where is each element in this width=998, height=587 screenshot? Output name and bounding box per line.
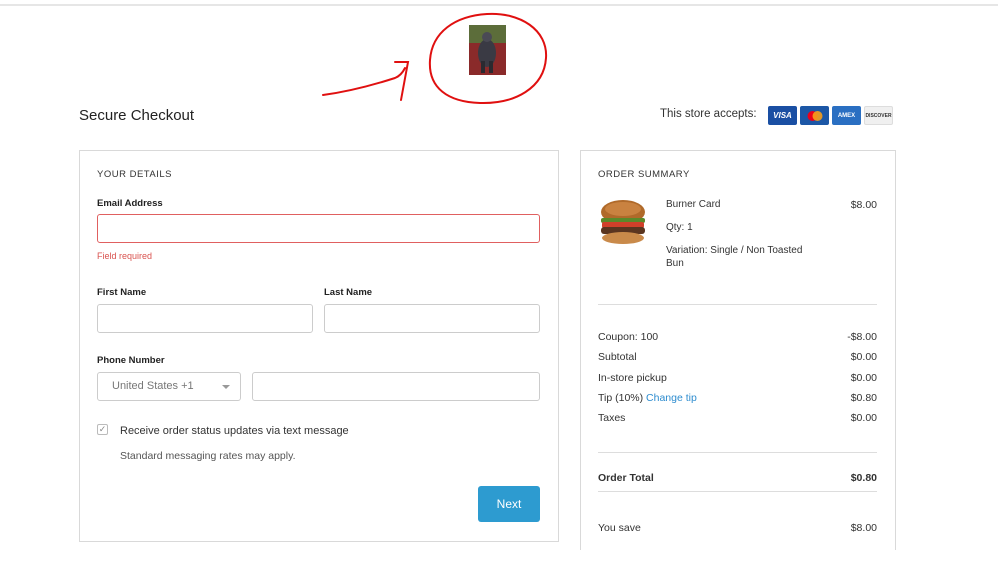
country-code-value: United States +1 <box>112 380 194 392</box>
subtotal-label: Subtotal <box>598 351 637 363</box>
item-qty: Qty: 1 <box>666 222 693 233</box>
email-field[interactable] <box>97 214 540 243</box>
amex-card-icon: AMEX <box>832 106 861 125</box>
phone-label: Phone Number <box>97 355 165 366</box>
item-variation-cont: Bun <box>666 258 684 269</box>
sms-checkbox[interactable]: ✓ <box>97 424 108 435</box>
you-save-label: You save <box>598 522 641 534</box>
first-name-label: First Name <box>97 287 147 298</box>
store-logo <box>469 25 506 75</box>
tip-value: $0.80 <box>850 392 877 404</box>
pickup-label: In-store pickup <box>598 372 667 384</box>
summary-divider <box>598 304 877 305</box>
sms-checkbox-label: Receive order status updates via text me… <box>120 425 349 437</box>
coupon-label: Coupon: 100 <box>598 331 659 343</box>
coupon-value: -$8.00 <box>847 331 877 343</box>
last-name-field[interactable] <box>324 304 540 333</box>
subtotal-value: $0.00 <box>850 351 877 363</box>
last-name-label: Last Name <box>324 287 373 298</box>
you-save-value: $8.00 <box>850 522 877 534</box>
total-divider-bottom <box>598 491 877 492</box>
phone-field[interactable] <box>252 372 540 401</box>
country-code-select[interactable]: United States +1 <box>97 372 241 401</box>
visa-card-icon: VISA <box>768 106 797 125</box>
sms-note: Standard messaging rates may apply. <box>120 450 296 462</box>
chevron-down-icon <box>222 385 230 389</box>
order-total-value: $0.80 <box>850 472 877 484</box>
order-summary-heading: ORDER SUMMARY <box>598 169 690 180</box>
next-button[interactable]: Next <box>478 486 540 522</box>
tip-row: Tip (10%) Change tip <box>598 392 697 404</box>
tip-label: Tip (10%) <box>598 392 644 404</box>
page-title: Secure Checkout <box>79 107 195 124</box>
burger-image <box>601 200 645 244</box>
item-name: Burner Card <box>666 199 721 210</box>
email-error: Field required <box>97 251 153 261</box>
store-accepts-label: This store accepts: <box>660 108 757 120</box>
first-name-field[interactable] <box>97 304 313 333</box>
your-details-heading: YOUR DETAILS <box>97 169 172 180</box>
change-tip-link[interactable]: Change tip <box>646 392 697 404</box>
discover-card-icon: DISCOVER <box>864 106 893 125</box>
taxes-value: $0.00 <box>850 412 877 424</box>
order-total-label: Order Total <box>598 472 654 484</box>
pickup-value: $0.00 <box>850 372 877 384</box>
item-variation: Variation: Single / Non Toasted <box>666 245 803 256</box>
annotation-arrow <box>322 61 410 101</box>
total-divider-top <box>598 452 877 453</box>
mastercard-card-icon <box>800 106 829 125</box>
taxes-label: Taxes <box>598 412 626 424</box>
email-label: Email Address <box>97 198 163 209</box>
item-price: $8.00 <box>850 199 877 211</box>
payment-cards: VISA AMEX DISCOVER <box>768 106 893 125</box>
top-border <box>0 4 998 6</box>
